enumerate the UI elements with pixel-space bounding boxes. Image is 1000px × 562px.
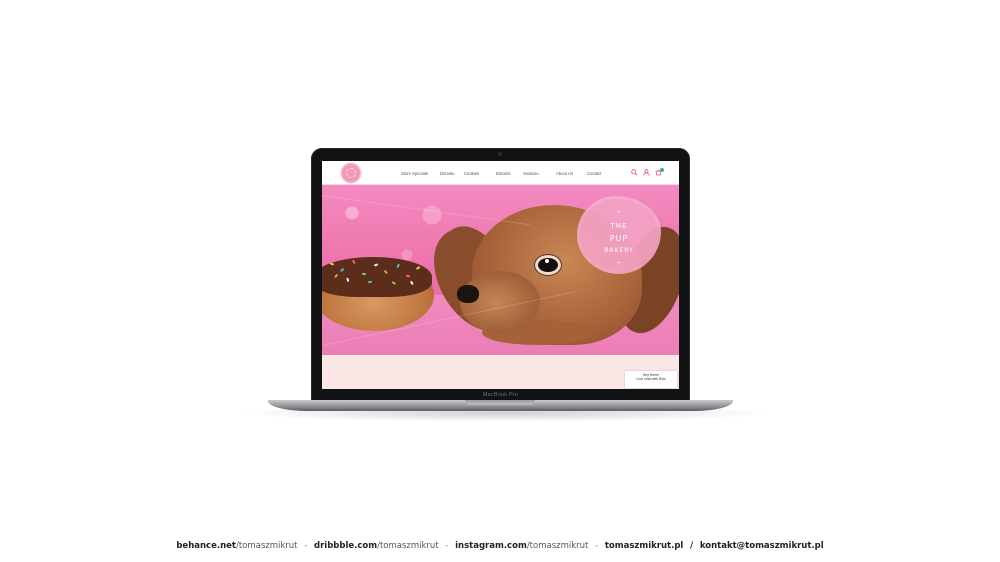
laptop-screen: Store Specials Donuts▾ Cookies Biscuits … [322,161,679,389]
dog-eye-glint [545,259,549,263]
credit-path: /tomaszmikrut [526,541,589,551]
guide-line [322,195,531,226]
star-icon: ✦ [617,209,621,214]
separator: - [445,541,449,551]
nav-season[interactable]: Season▾ [523,171,539,176]
badge-line-2: PUP [609,234,629,243]
credit-domain: behance.net [176,541,236,551]
credit-domain: kontakt@tomaszmikrut.pl [699,541,824,551]
credit-domain: dribbble.com [314,541,378,551]
dog-eye [535,255,561,275]
separator: - [595,541,599,551]
logo-ring [346,168,356,178]
badge-line-1: THE [610,222,628,230]
credit-email[interactable]: kontakt@tomaszmikrut.pl [700,541,824,551]
separator: - [304,541,308,551]
site-navbar: Store Specials Donuts▾ Cookies Biscuits … [322,161,679,185]
nav-season-label: Season [523,171,538,176]
separator: / [690,541,694,551]
star-icon: ✦ [617,260,621,265]
credit-dribbble[interactable]: dribbble.com/tomaszmikrut [314,541,439,551]
credit-instagram[interactable]: instagram.com/tomaszmikrut [455,541,588,551]
site-logo[interactable] [342,164,360,182]
credit-path: /tomaszmikrut [235,541,298,551]
chevron-down-icon: ▾ [537,172,539,176]
camera-icon [498,152,502,156]
chevron-down-icon: ▾ [453,172,455,176]
user-icon[interactable] [643,169,650,176]
chat-subtitle: Live chat with Bob [636,377,666,382]
credit-domain: instagram.com [455,541,527,551]
cart-badge [660,168,664,172]
credit-website[interactable]: tomaszmikrut.pl [605,541,683,551]
credit-domain: tomaszmikrut.pl [604,541,684,551]
credits-footer: behance.net/tomaszmikrut - dribbble.com/… [0,541,1000,551]
nav-cookies[interactable]: Cookies [464,171,479,176]
nav-store-specials[interactable]: Store Specials [401,171,428,176]
dog-nose [457,285,479,303]
laptop-notch [465,400,535,405]
nav-donuts-label: Donuts [440,171,454,176]
credit-behance[interactable]: behance.net/tomaszmikrut [176,541,297,551]
badge-line-3: BAKERY [604,247,634,254]
nav-biscuits[interactable]: Biscuits [496,171,510,176]
chat-widget[interactable]: Hey there! Live chat with Bob [625,371,677,388]
nav-donuts[interactable]: Donuts▾ [440,171,455,176]
hero-banner: ✦ THE PUP BAKERY ✦ [322,185,679,355]
credit-path: /tomaszmikrut [377,541,439,551]
device-label: MacBook Pro [482,392,519,398]
search-icon[interactable] [631,169,638,176]
nav-about-us[interactable]: About Us [556,171,573,176]
nav-contact[interactable]: Contact [587,171,601,176]
